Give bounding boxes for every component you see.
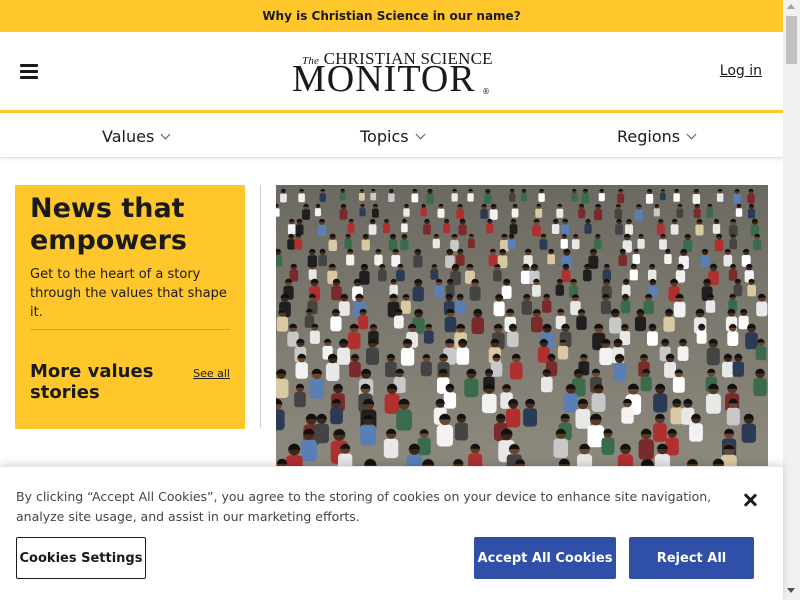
top-banner: Why is Christian Science in our name? [0, 0, 783, 32]
cookies-settings-button[interactable]: Cookies Settings [16, 537, 146, 579]
reject-all-button[interactable]: Reject All [629, 537, 754, 579]
registered-mark: ® [482, 87, 490, 96]
chevron-down-icon [415, 129, 426, 140]
logo-main: MONITOR [292, 58, 476, 100]
nav-item-label: Values [102, 127, 155, 146]
site-header: The CHRISTIAN SCIENCE MONITOR ® Log in [0, 32, 783, 113]
page: Why is Christian Science in our name? Th… [0, 0, 800, 600]
cookie-consent-banner: By clicking “Accept All Cookies”, you ag… [0, 466, 783, 600]
close-icon[interactable] [742, 492, 758, 508]
values-card-title: News that empowers [30, 193, 187, 256]
scroll-down-arrow-icon[interactable] [787, 588, 795, 593]
hamburger-menu-icon[interactable] [20, 64, 38, 79]
chevron-down-icon [160, 129, 171, 140]
main-nav: Values Topics Regions [0, 116, 783, 158]
divider [30, 329, 230, 330]
nav-item-values[interactable]: Values [102, 127, 171, 146]
column-divider [260, 185, 261, 428]
values-card-description: Get to the heart of a story through the … [30, 267, 227, 320]
banner-link[interactable]: Why is Christian Science in our name? [262, 9, 520, 23]
scroll-up-arrow-icon[interactable] [787, 4, 795, 9]
nav-item-label: Regions [617, 127, 681, 146]
accept-all-cookies-button[interactable]: Accept All Cookies [474, 537, 616, 579]
chevron-down-icon [686, 129, 697, 140]
site-logo[interactable]: The CHRISTIAN SCIENCE MONITOR ® [292, 47, 493, 100]
crowd-photo [276, 185, 768, 475]
scrollbar[interactable] [783, 0, 800, 600]
scrollbar-thumb[interactable] [786, 16, 797, 64]
hero-image[interactable] [276, 185, 768, 475]
see-all-link[interactable]: See all [193, 367, 230, 380]
nav-item-regions[interactable]: Regions [617, 127, 697, 146]
values-card: News that empowers Get to the heart of a… [15, 185, 245, 429]
login-link[interactable]: Log in [720, 63, 762, 79]
nav-item-topics[interactable]: Topics [360, 127, 426, 146]
cookie-consent-text: By clicking “Accept All Cookies”, you ag… [16, 489, 712, 524]
more-values-title: More values stories [30, 361, 154, 403]
nav-item-label: Topics [360, 127, 409, 146]
